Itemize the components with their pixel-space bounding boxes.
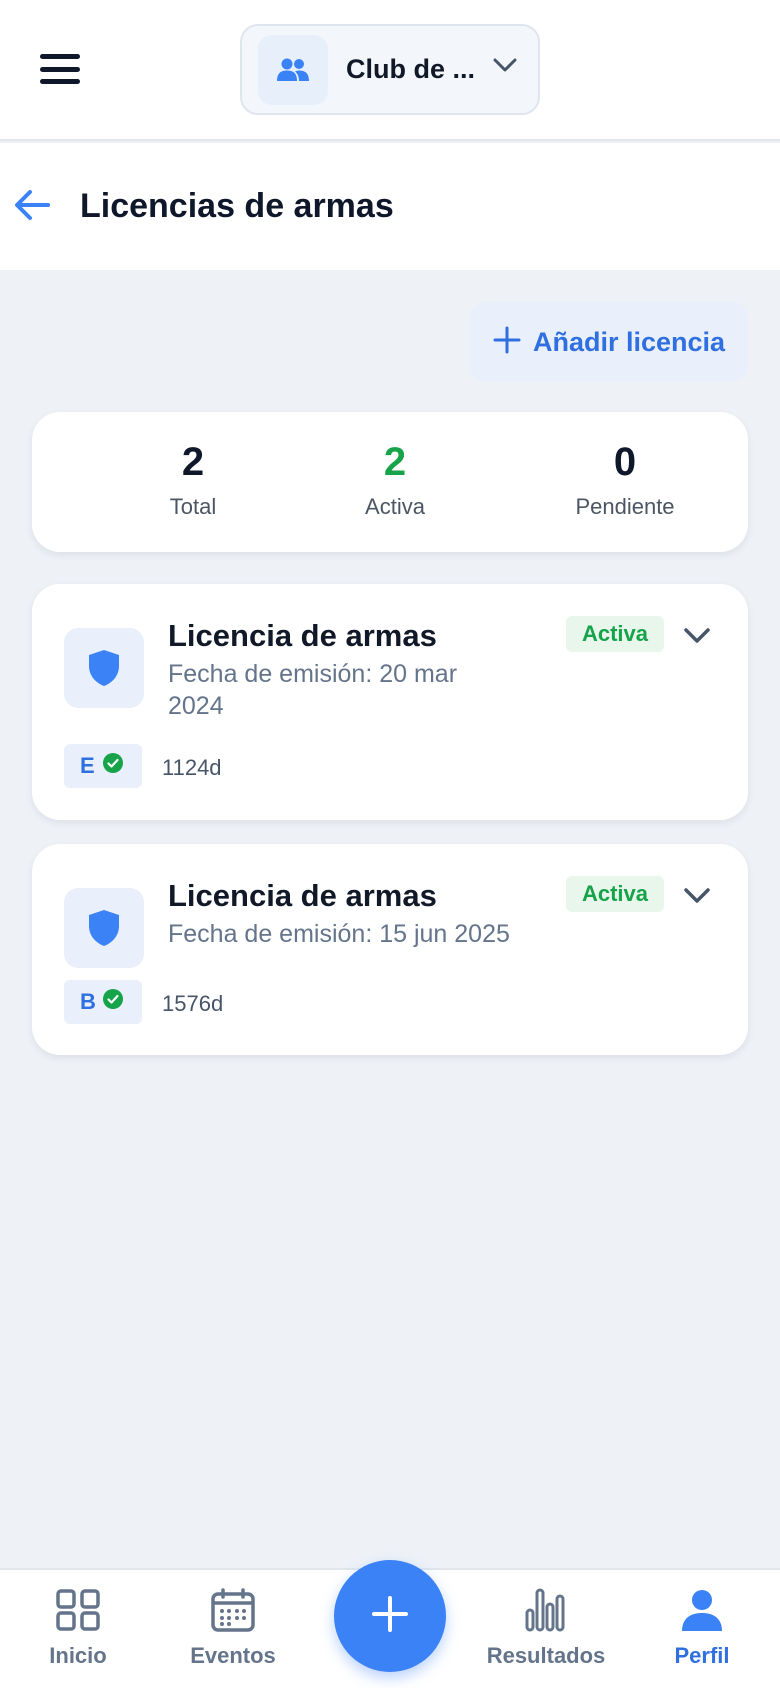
category-letter: B xyxy=(80,989,96,1014)
category-chip: E xyxy=(64,744,142,788)
nav-item-perfil[interactable]: Perfil xyxy=(652,1588,752,1669)
arrow-left-icon[interactable] xyxy=(12,187,52,228)
club-name: Club de ... xyxy=(346,54,476,84)
nav-label-inicio: Inicio xyxy=(49,1643,107,1668)
stat-pending-value: 0 xyxy=(613,440,637,484)
chevron-down-icon[interactable] xyxy=(682,884,712,911)
status-badge: Activa xyxy=(566,616,664,652)
category-letter: E xyxy=(80,753,95,778)
license-issue-date: Fecha de emisión: 20 mar 2024 xyxy=(168,660,458,720)
stat-total-value: 2 xyxy=(181,440,205,484)
license-title: Licencia de armas xyxy=(168,878,437,913)
license-issue-date: Fecha de emisión: 15 jun 2025 xyxy=(168,920,510,948)
bar-chart-icon xyxy=(523,1588,569,1636)
status-badge: Activa xyxy=(566,876,664,912)
stat-active: 2 Activa xyxy=(330,442,460,520)
license-title: Licencia de armas xyxy=(168,618,437,653)
nav-item-eventos[interactable]: Eventos xyxy=(178,1588,288,1669)
shield-icon xyxy=(64,888,144,968)
stat-total-label: Total xyxy=(169,494,217,519)
category-chip: B xyxy=(64,980,142,1024)
user-icon xyxy=(679,1590,725,1636)
nav-label-eventos: Eventos xyxy=(190,1643,276,1668)
page-header: Licencias de armas xyxy=(0,143,780,270)
chevron-down-icon[interactable] xyxy=(682,624,712,651)
grid-icon xyxy=(55,1589,101,1636)
check-circle-icon xyxy=(102,988,124,1015)
stat-active-value: 2 xyxy=(383,440,407,484)
chevron-down-icon xyxy=(492,56,518,79)
add-license-label: Añadir licencia xyxy=(532,326,726,357)
stat-active-label: Activa xyxy=(365,494,425,519)
add-license-button[interactable]: Añadir licencia xyxy=(470,302,748,382)
calendar-icon xyxy=(210,1588,256,1636)
plus-icon xyxy=(493,326,521,359)
days-remaining: 1124d xyxy=(162,755,222,780)
nav-item-inicio[interactable]: Inicio xyxy=(28,1588,128,1669)
stats-card: 2 Total 2 Activa 0 Pendiente xyxy=(32,412,748,552)
shield-icon xyxy=(64,628,144,708)
top-bar: Club de ... xyxy=(0,0,780,141)
hamburger-icon[interactable] xyxy=(40,54,80,84)
stat-total: 2 Total xyxy=(128,442,258,520)
club-selector[interactable]: Club de ... xyxy=(240,24,540,115)
check-circle-icon xyxy=(102,752,124,779)
users-icon xyxy=(258,34,328,105)
stat-pending-label: Pendiente xyxy=(575,494,675,519)
license-card[interactable]: Licencia de armas Fecha de emisión: 15 j… xyxy=(32,844,748,1055)
license-card[interactable]: Licencia de armas Fecha de emisión: 20 m… xyxy=(32,584,748,820)
days-remaining: 1576d xyxy=(162,991,224,1016)
add-fab-button[interactable] xyxy=(334,1560,446,1672)
page-title: Licencias de armas xyxy=(80,187,394,225)
nav-label-resultados: Resultados xyxy=(486,1643,606,1668)
plus-icon xyxy=(370,1594,410,1639)
nav-label-perfil: Perfil xyxy=(674,1643,730,1668)
nav-item-resultados[interactable]: Resultados xyxy=(476,1588,616,1669)
stat-pending: 0 Pendiente xyxy=(540,442,710,520)
